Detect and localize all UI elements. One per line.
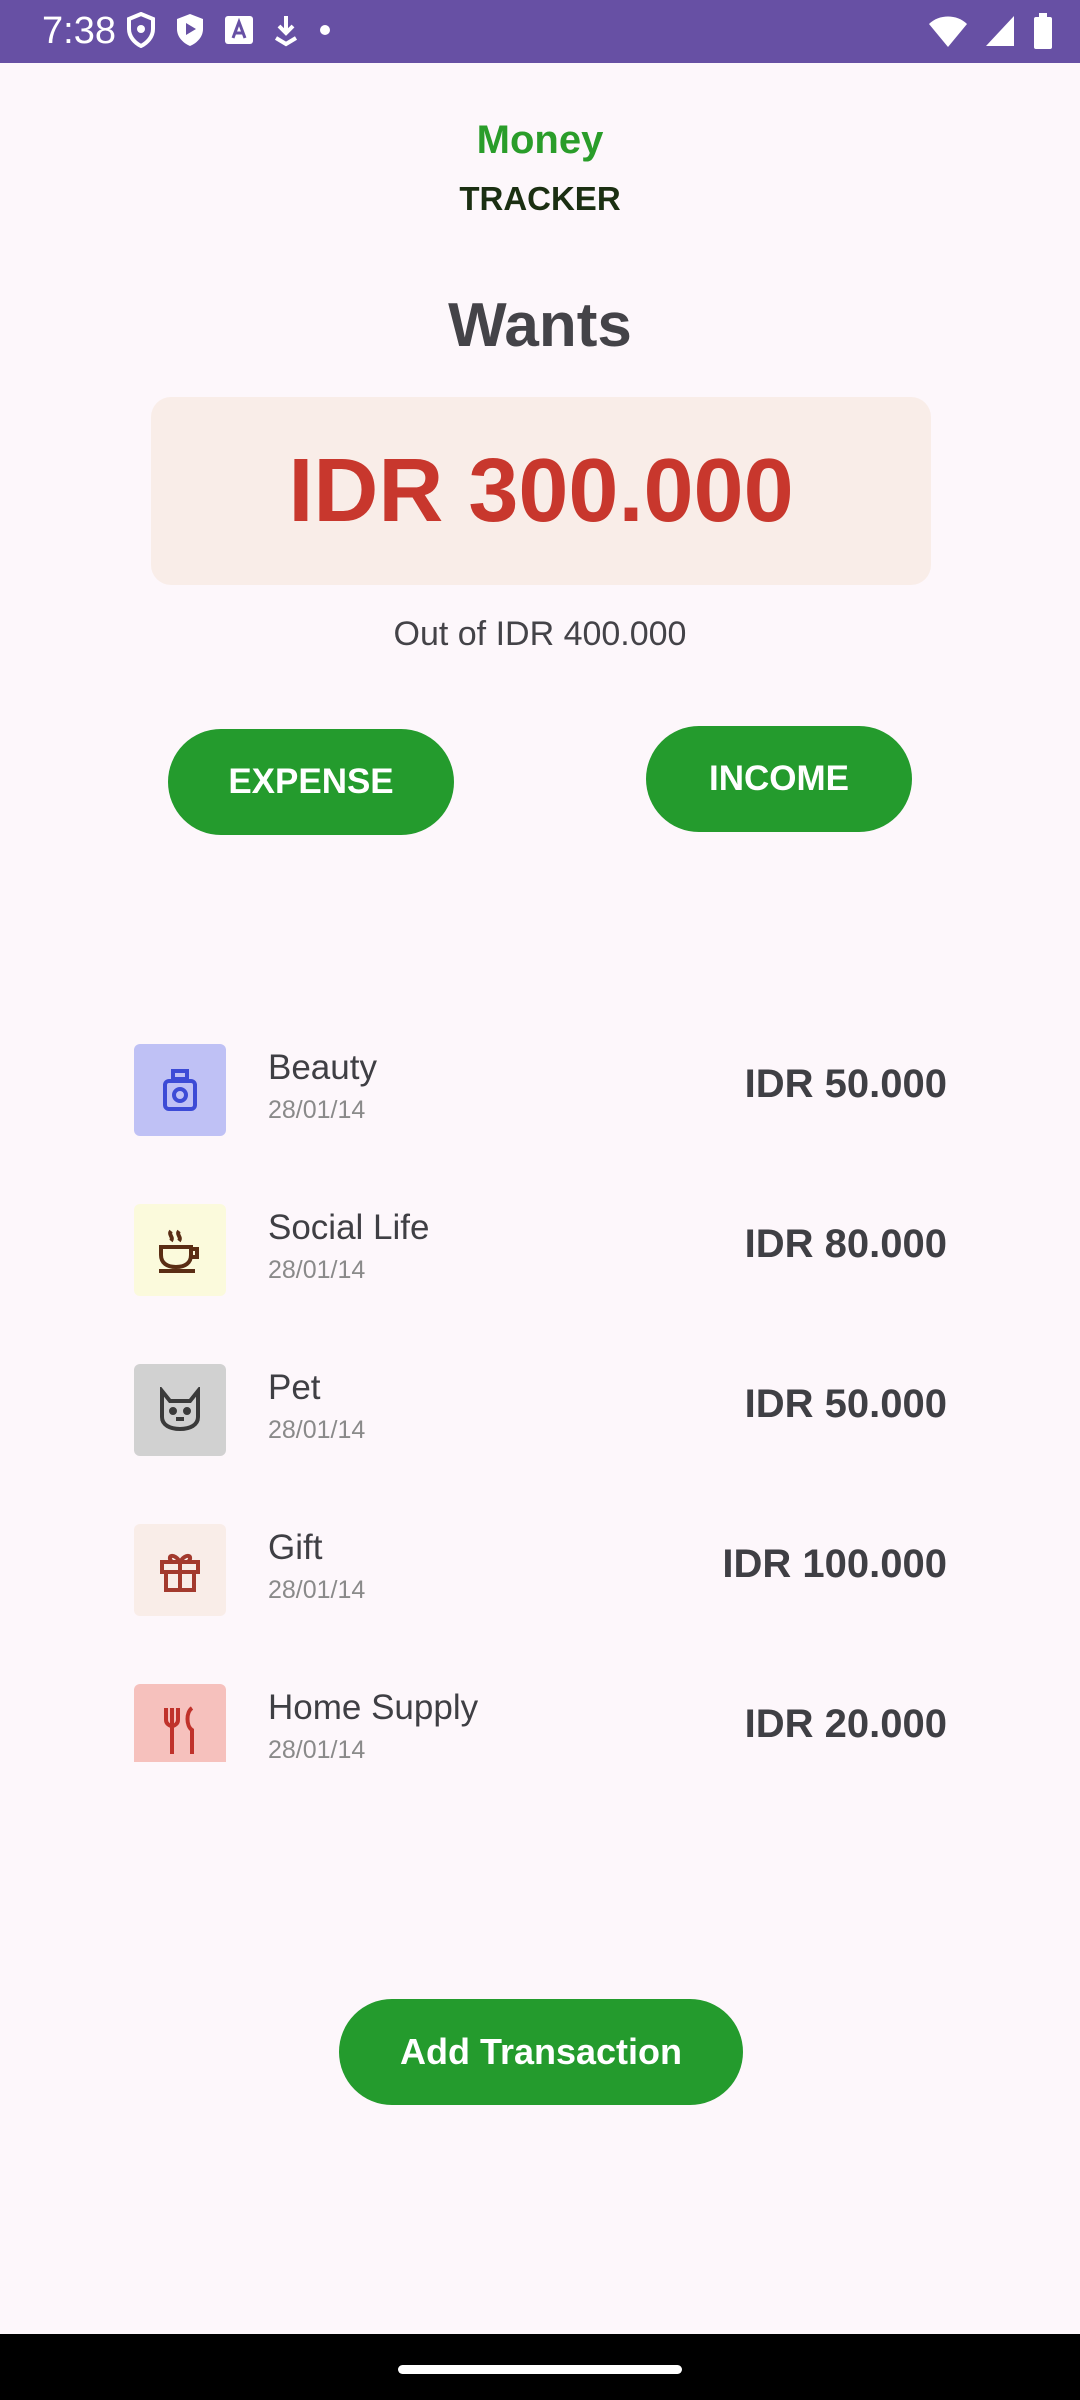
status-time: 7:38: [42, 10, 116, 52]
transaction-name: Home Supply: [268, 1688, 479, 1727]
font-a-icon: [224, 15, 254, 50]
transaction-date: 28/01/14: [268, 1096, 366, 1124]
transaction-date: 28/01/14: [268, 1256, 366, 1284]
list-item[interactable]: Beauty 28/01/14 IDR 50.000: [0, 1042, 1080, 1202]
play-protect-icon: [174, 12, 206, 53]
transaction-date: 28/01/14: [268, 1736, 366, 1762]
coffee-cup-icon: [134, 1204, 226, 1296]
transaction-name: Gift: [268, 1528, 323, 1567]
transaction-date: 28/01/14: [268, 1576, 366, 1604]
transaction-amount: IDR 100.000: [722, 1542, 947, 1586]
add-transaction-button[interactable]: Add Transaction: [339, 1999, 743, 2105]
fork-knife-icon: [134, 1684, 226, 1762]
home-indicator[interactable]: [398, 2365, 682, 2374]
transaction-amount: IDR 20.000: [744, 1702, 947, 1746]
dot-icon: [318, 23, 332, 42]
shield-icon: [126, 11, 156, 53]
list-item[interactable]: Gift 28/01/14 IDR 100.000: [0, 1522, 1080, 1682]
list-item[interactable]: Social Life 28/01/14 IDR 80.000: [0, 1202, 1080, 1362]
transaction-list[interactable]: Beauty 28/01/14 IDR 50.000 Social Life 2…: [0, 1040, 1080, 1762]
app-title-tracker: TRACKER: [459, 180, 621, 217]
transaction-name: Beauty: [268, 1048, 377, 1087]
gift-icon: [134, 1524, 226, 1616]
list-item[interactable]: Home Supply 28/01/14 IDR 20.000: [0, 1682, 1080, 1762]
category-title: Wants: [448, 291, 632, 360]
wifi-icon: [928, 14, 968, 53]
list-item[interactable]: Pet 28/01/14 IDR 50.000: [0, 1362, 1080, 1522]
app-title-money: Money: [476, 118, 604, 162]
perfume-icon: [134, 1044, 226, 1136]
spent-amount: IDR 300.000: [288, 440, 794, 541]
budget-limit: Out of IDR 400.000: [393, 615, 687, 653]
download-icon: [272, 13, 300, 52]
status-bar: 7:38: [0, 0, 1080, 63]
transaction-amount: IDR 50.000: [744, 1382, 947, 1426]
status-icons-right: [928, 12, 1054, 55]
expense-button[interactable]: EXPENSE: [168, 729, 454, 835]
signal-icon: [984, 14, 1016, 53]
income-button[interactable]: INCOME: [646, 726, 912, 832]
status-icons-left: [126, 11, 332, 53]
transaction-date: 28/01/14: [268, 1416, 366, 1444]
battery-icon: [1032, 12, 1054, 55]
transaction-amount: IDR 50.000: [744, 1062, 947, 1106]
cat-icon: [134, 1364, 226, 1456]
transaction-name: Pet: [268, 1368, 321, 1407]
transaction-amount: IDR 80.000: [744, 1222, 947, 1266]
transaction-name: Social Life: [268, 1208, 430, 1247]
amount-card: IDR 300.000: [151, 397, 931, 585]
